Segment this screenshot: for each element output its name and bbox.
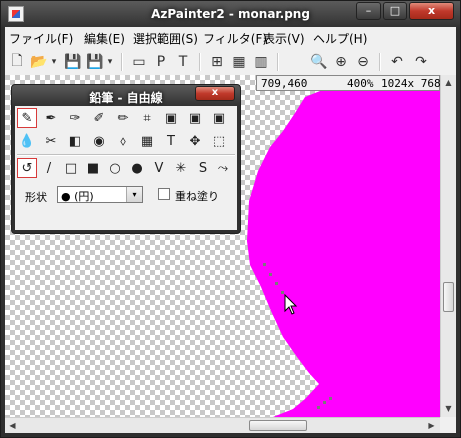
star-shape-icon[interactable]: ✳ bbox=[171, 158, 191, 178]
open-folder-icon[interactable]: 📂 bbox=[29, 52, 49, 72]
menu-help[interactable]: ヘルプ(H) bbox=[313, 30, 367, 47]
freehand-shape-icon[interactable]: ↺ bbox=[17, 158, 37, 178]
vertical-scroll-thumb[interactable] bbox=[443, 282, 454, 312]
palette-close-button[interactable]: x bbox=[195, 86, 235, 101]
zoom-in-icon[interactable]: ⊕ bbox=[331, 52, 351, 72]
pen-tool-icon[interactable]: ✒ bbox=[41, 108, 61, 128]
zoom-out-icon[interactable]: ⊖ bbox=[353, 52, 373, 72]
gradient-tool-icon[interactable]: ▦ bbox=[137, 131, 157, 151]
zoom-level: 400% bbox=[347, 77, 374, 90]
stamp2-tool-icon[interactable]: ▣ bbox=[185, 108, 205, 128]
menu-selection[interactable]: 選択範囲(S) bbox=[133, 30, 198, 47]
menu-view[interactable]: 表示(V) bbox=[263, 30, 305, 47]
filled-rect-shape-icon[interactable]: ■ bbox=[83, 158, 103, 178]
app-window: AzPainter2 - monar.png – □ x ファイル(F) 編集(… bbox=[0, 0, 461, 438]
fill-tool-icon[interactable]: ⬨ bbox=[113, 131, 133, 151]
shape-select-value: ● (円) bbox=[61, 190, 94, 203]
save-icon[interactable]: 💾 bbox=[63, 52, 83, 72]
dot-tool-icon[interactable]: ⌗ bbox=[137, 108, 157, 128]
airbrush-tool-icon[interactable]: ✏ bbox=[113, 108, 133, 128]
toolbar-separator bbox=[379, 53, 381, 71]
shape-label: 形状 bbox=[25, 191, 47, 204]
spline-shape-icon[interactable]: S bbox=[193, 158, 213, 178]
toolbar-separator bbox=[199, 53, 201, 71]
magenta-shape bbox=[247, 75, 440, 417]
menu-edit[interactable]: 編集(E) bbox=[84, 30, 125, 47]
palette-divider bbox=[17, 154, 235, 156]
chevron-down-icon[interactable]: ▾ bbox=[126, 187, 142, 202]
horizontal-scrollbar[interactable]: ◀ ▶ bbox=[5, 417, 440, 433]
frame-p-icon[interactable]: P bbox=[151, 52, 171, 72]
tool-palette[interactable]: 鉛筆 - 自由線 x ✎ ✒ ✑ ✐ ✏ ⌗ ▣ ▣ ▣ 💧 ✂ ◧ ◉ ⬨ ▦… bbox=[11, 84, 241, 234]
cursor-coords: 709,460 bbox=[261, 77, 308, 90]
close-button[interactable]: x bbox=[409, 2, 454, 20]
text-tool-icon[interactable]: T bbox=[161, 131, 181, 151]
toolbar-separator bbox=[121, 53, 123, 71]
toolbar: 🗋 📂 ▾ 💾 💾 ▾ ▭ P T ⊞ ▦ ▥ 🔍 ⊕ ⊖ ↶ ↷ bbox=[5, 49, 456, 75]
smudge-tool-icon[interactable]: ✂ bbox=[41, 131, 61, 151]
overpaint-label: 重ね塗り bbox=[175, 190, 219, 203]
open-dropdown-icon[interactable]: ▾ bbox=[49, 52, 59, 72]
shape-select[interactable]: ● (円) ▾ bbox=[57, 186, 143, 203]
save-as-icon[interactable]: 💾 bbox=[85, 52, 105, 72]
scroll-right-icon[interactable]: ▶ bbox=[424, 418, 439, 433]
maximize-button[interactable]: □ bbox=[383, 2, 407, 20]
minimize-button[interactable]: – bbox=[356, 2, 381, 20]
menu-filter[interactable]: フィルタ(F) bbox=[203, 30, 267, 47]
brush2-tool-icon[interactable]: ✐ bbox=[89, 108, 109, 128]
line-shape-icon[interactable]: / bbox=[39, 158, 59, 178]
filled-circle-shape-icon[interactable]: ● bbox=[127, 158, 147, 178]
scroll-corner bbox=[440, 417, 456, 433]
circle-shape-icon[interactable]: ○ bbox=[105, 158, 125, 178]
dropper-tool-icon[interactable]: 💧 bbox=[17, 131, 37, 151]
frame-icon[interactable]: ▭ bbox=[129, 52, 149, 72]
brush-tool-icon[interactable]: ✑ bbox=[65, 108, 85, 128]
menu-bar: ファイル(F) 編集(E) 選択範囲(S) フィルタ(F) 表示(V) ヘルプ(… bbox=[5, 27, 456, 47]
curve-shape-icon[interactable]: ⤳ bbox=[213, 158, 233, 178]
undo-icon[interactable]: ↶ bbox=[387, 52, 407, 72]
move-tool-icon[interactable]: ✥ bbox=[185, 131, 205, 151]
rect-shape-icon[interactable]: □ bbox=[61, 158, 81, 178]
image-size: 1024x 768 bbox=[381, 77, 441, 90]
scroll-down-icon[interactable]: ▼ bbox=[441, 401, 456, 416]
pencil-tool-icon[interactable]: ✎ bbox=[17, 108, 37, 128]
polyline-shape-icon[interactable]: V bbox=[149, 158, 169, 178]
zoom-icon[interactable]: 🔍 bbox=[309, 52, 329, 72]
stamp-tool-icon[interactable]: ▣ bbox=[161, 108, 181, 128]
select-tool-icon[interactable]: ⬚ bbox=[209, 131, 229, 151]
title-bar[interactable]: AzPainter2 - monar.png – □ x bbox=[1, 1, 460, 27]
blur-tool-icon[interactable]: ◧ bbox=[65, 131, 85, 151]
stamp3-tool-icon[interactable]: ▣ bbox=[209, 108, 229, 128]
redo-icon[interactable]: ↷ bbox=[411, 52, 431, 72]
frame-t-icon[interactable]: T bbox=[173, 52, 193, 72]
scroll-left-icon[interactable]: ◀ bbox=[5, 418, 20, 433]
save-dropdown-icon[interactable]: ▾ bbox=[105, 52, 115, 72]
new-file-icon[interactable]: 🗋 bbox=[7, 52, 27, 72]
status-bar: 709,460 400% 1024x 768 bbox=[256, 75, 441, 91]
dodge-tool-icon[interactable]: ◉ bbox=[89, 131, 109, 151]
grid-lines-icon[interactable]: ▥ bbox=[251, 52, 271, 72]
menu-file[interactable]: ファイル(F) bbox=[9, 30, 73, 47]
toolbar-separator bbox=[277, 53, 279, 71]
palette-body: ✎ ✒ ✑ ✐ ✏ ⌗ ▣ ▣ ▣ 💧 ✂ ◧ ◉ ⬨ ▦ T ✥ ⬚ ↺ / … bbox=[15, 106, 237, 230]
scroll-up-icon[interactable]: ▲ bbox=[441, 75, 456, 90]
horizontal-scroll-thumb[interactable] bbox=[249, 420, 307, 431]
vertical-scrollbar[interactable]: ▲ ▼ bbox=[440, 75, 456, 417]
checker-icon[interactable]: ▦ bbox=[229, 52, 249, 72]
grid-icon[interactable]: ⊞ bbox=[207, 52, 227, 72]
overpaint-checkbox[interactable] bbox=[158, 188, 170, 200]
